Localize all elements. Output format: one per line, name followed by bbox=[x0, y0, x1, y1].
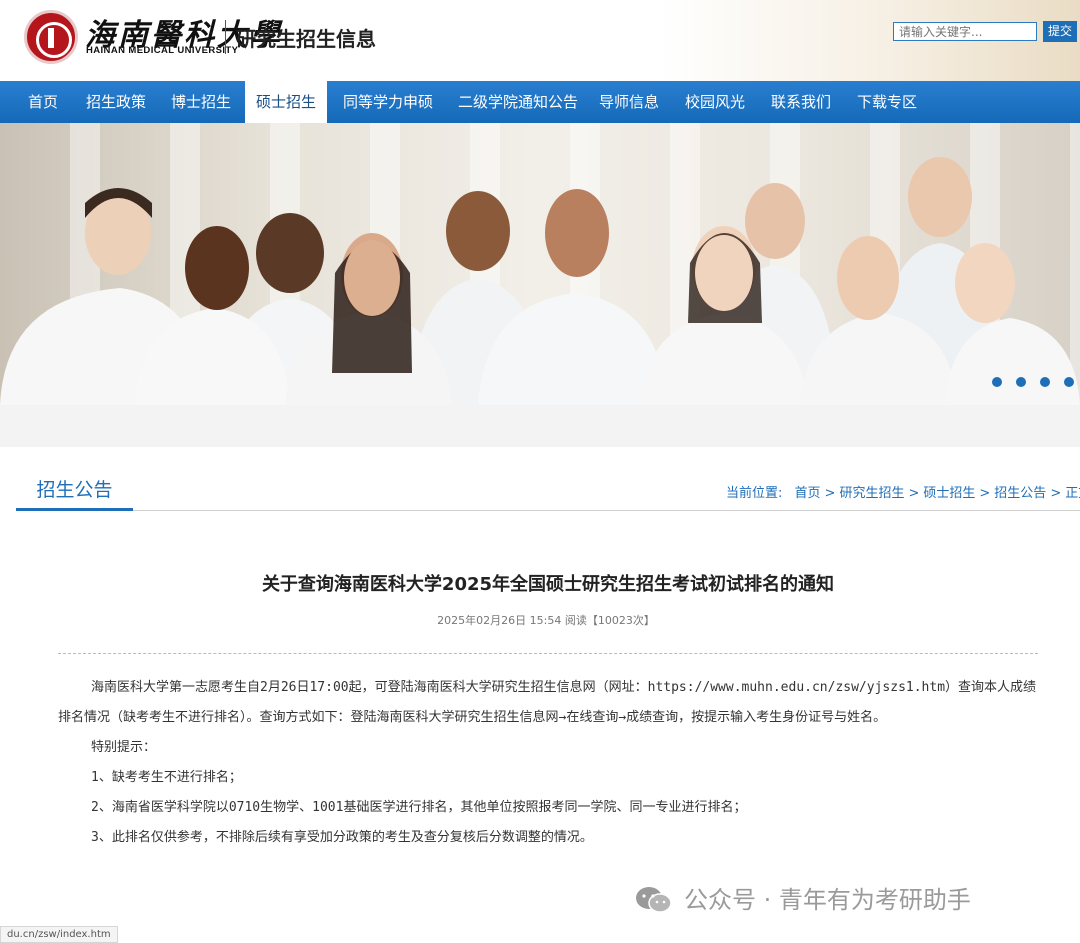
nav-item-contact[interactable]: 联系我们 bbox=[771, 81, 831, 123]
main-nav: 首页 招生政策 博士招生 硕士招生 同等学力申硕 二级学院通知公告 导师信息 校… bbox=[0, 81, 1080, 123]
carousel-indicators bbox=[983, 372, 1074, 391]
wechat-icon bbox=[636, 887, 672, 913]
breadcrumb-separator-icon: > bbox=[1050, 486, 1062, 501]
breadcrumb-grad-admissions[interactable]: 研究生招生 bbox=[839, 486, 904, 501]
carousel-dot-1[interactable] bbox=[991, 377, 1002, 387]
article-paragraph: 1、缺考考生不进行排名； bbox=[91, 770, 242, 785]
nav-item-college-notices[interactable]: 二级学院通知公告 bbox=[458, 81, 578, 123]
site-title: 研究生招生信息 bbox=[236, 27, 376, 51]
nav-item-phd[interactable]: 博士招生 bbox=[171, 81, 231, 123]
article-paragraph: 特别提示： bbox=[91, 740, 157, 755]
watermark-text: 公众号 · 青年有为考研助手 bbox=[684, 886, 971, 914]
site-header: 海南醫科大學 HAINAN MEDICAL UNIVERSITY 研究生招生信息… bbox=[0, 0, 1080, 81]
banner-students-photo bbox=[0, 157, 1080, 405]
breadcrumb-separator-icon: > bbox=[979, 486, 991, 501]
nav-item-downloads[interactable]: 下载专区 bbox=[857, 81, 917, 123]
breadcrumb-separator-icon: > bbox=[824, 486, 836, 501]
breadcrumb-current: 正文 bbox=[1065, 486, 1080, 501]
header-divider bbox=[225, 20, 226, 54]
breadcrumb-masters[interactable]: 硕士招生 bbox=[923, 486, 975, 501]
banner-bottom-band bbox=[0, 405, 1080, 447]
university-name-en: HAINAN MEDICAL UNIVERSITY bbox=[86, 45, 239, 56]
article-paragraph: 海南医科大学第一志愿考生自2月26日17:00起，可登陆海南医科大学研究生招生信… bbox=[58, 680, 1037, 725]
article-paragraph: 3、此排名仅供参考，不排除后续有享受加分政策的考生及查分复核后分数调整的情况。 bbox=[91, 830, 593, 845]
university-logo[interactable] bbox=[24, 10, 78, 64]
nav-item-masters[interactable]: 硕士招生 bbox=[245, 81, 327, 123]
nav-item-policy[interactable]: 招生政策 bbox=[86, 81, 146, 123]
hero-banner[interactable] bbox=[0, 123, 1080, 405]
status-bar-url: du.cn/zsw/index.htm bbox=[0, 926, 118, 943]
breadcrumb-notices[interactable]: 招生公告 bbox=[994, 486, 1046, 501]
carousel-dot-4[interactable] bbox=[1064, 377, 1074, 387]
carousel-dot-3[interactable] bbox=[1039, 377, 1050, 387]
search-input[interactable] bbox=[893, 22, 1037, 41]
article-divider bbox=[58, 653, 1038, 654]
nav-item-supervisors[interactable]: 导师信息 bbox=[599, 81, 659, 123]
article-title: 关于查询海南医科大学2025年全国硕士研究生招生考试初试排名的通知 bbox=[261, 574, 835, 595]
breadcrumb-separator-icon: > bbox=[908, 486, 920, 501]
article-body: 海南医科大学第一志愿考生自2月26日17:00起，可登陆海南医科大学研究生招生信… bbox=[58, 673, 1040, 853]
carousel-dot-2[interactable] bbox=[1015, 377, 1026, 387]
nav-item-home[interactable]: 首页 bbox=[28, 81, 58, 123]
search-submit-button[interactable]: 提交 bbox=[1043, 21, 1077, 42]
section-title: 招生公告 bbox=[16, 474, 133, 511]
breadcrumb: 当前位置: 首页>研究生招生>硕士招生>招生公告>正文 bbox=[726, 482, 1080, 501]
breadcrumb-label: 当前位置: bbox=[726, 486, 783, 501]
article-paragraph: 2、海南省医学科学院以0710生物学、1001基础医学进行排名，其他单位按照报考… bbox=[91, 800, 747, 815]
nav-item-equivalent-degree[interactable]: 同等学力申硕 bbox=[343, 81, 433, 123]
nav-item-campus[interactable]: 校园风光 bbox=[685, 81, 745, 123]
breadcrumb-home[interactable]: 首页 bbox=[795, 486, 821, 501]
article-meta: 2025年02月26日 15:54 阅读【10023次】 bbox=[437, 614, 655, 627]
